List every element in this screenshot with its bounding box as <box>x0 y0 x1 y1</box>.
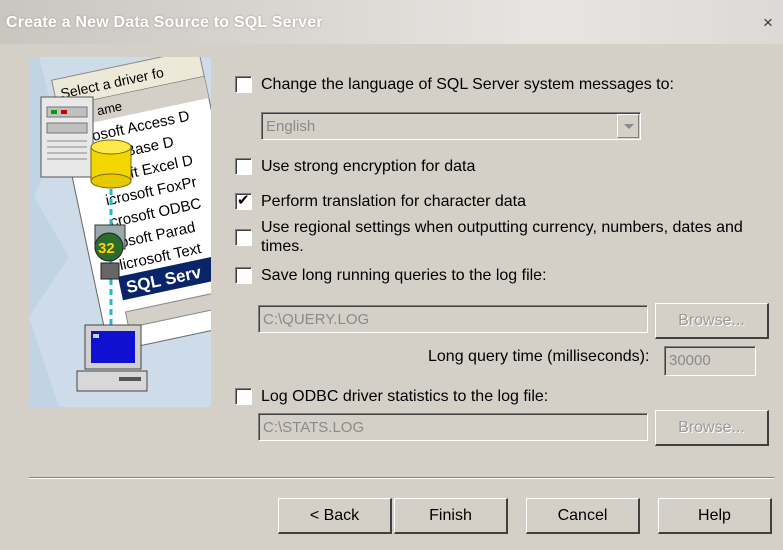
back-button[interactable]: < Back <box>278 498 392 534</box>
regional-label-line1: Use regional settings when outputting cu… <box>261 219 743 236</box>
cancel-button[interactable]: Cancel <box>526 498 640 534</box>
finish-button[interactable]: Finish <box>394 498 508 534</box>
odbc-stats-label: Log ODBC driver statistics to the log fi… <box>261 388 549 405</box>
wizard-illustration: Select a driver fo ame osoft Access D of… <box>29 57 211 407</box>
server-icon <box>40 96 94 178</box>
language-select-value: English <box>266 118 316 135</box>
long-query-time-field[interactable]: 30000 <box>664 346 756 376</box>
separator <box>29 477 774 479</box>
badge-text: 32 <box>98 240 115 257</box>
odbc-stats-browse-button[interactable]: Browse... <box>655 410 769 446</box>
odbc-stats-path-field[interactable]: C:\STATS.LOG <box>258 413 648 441</box>
long-queries-browse-button[interactable]: Browse... <box>655 303 769 339</box>
long-queries-checkbox[interactable] <box>235 267 252 284</box>
title-bar[interactable]: Create a New Data Source to SQL Server × <box>0 0 783 44</box>
encryption-checkbox[interactable] <box>235 158 252 175</box>
odbc-stats-checkbox[interactable] <box>235 388 252 405</box>
chevron-down-icon[interactable] <box>617 114 639 138</box>
wizard-illustration-graphic: Select a driver fo ame osoft Access D of… <box>29 57 211 407</box>
long-queries-label: Save long running queries to the log fil… <box>261 267 547 284</box>
window-title: Create a New Data Source to SQL Server <box>6 14 323 31</box>
dialog-window: Create a New Data Source to SQL Server ×… <box>0 0 783 550</box>
regional-checkbox[interactable] <box>235 229 252 246</box>
database-icon <box>90 139 132 189</box>
help-button[interactable]: Help <box>658 498 772 534</box>
translation-checkbox[interactable] <box>235 191 252 210</box>
computer-icon <box>76 324 148 392</box>
long-query-time-label: Long query time (milliseconds): <box>428 348 650 365</box>
language-checkbox[interactable] <box>235 76 252 93</box>
encryption-label: Use strong encryption for data <box>261 158 476 175</box>
regional-label-line2: times. <box>261 238 304 255</box>
language-label: Change the language of SQL Server system… <box>261 76 674 93</box>
language-select[interactable]: English <box>261 112 641 140</box>
long-queries-path-field[interactable]: C:\QUERY.LOG <box>258 305 648 333</box>
translation-label: Perform translation for character data <box>261 193 527 210</box>
close-icon[interactable]: × <box>759 14 777 32</box>
